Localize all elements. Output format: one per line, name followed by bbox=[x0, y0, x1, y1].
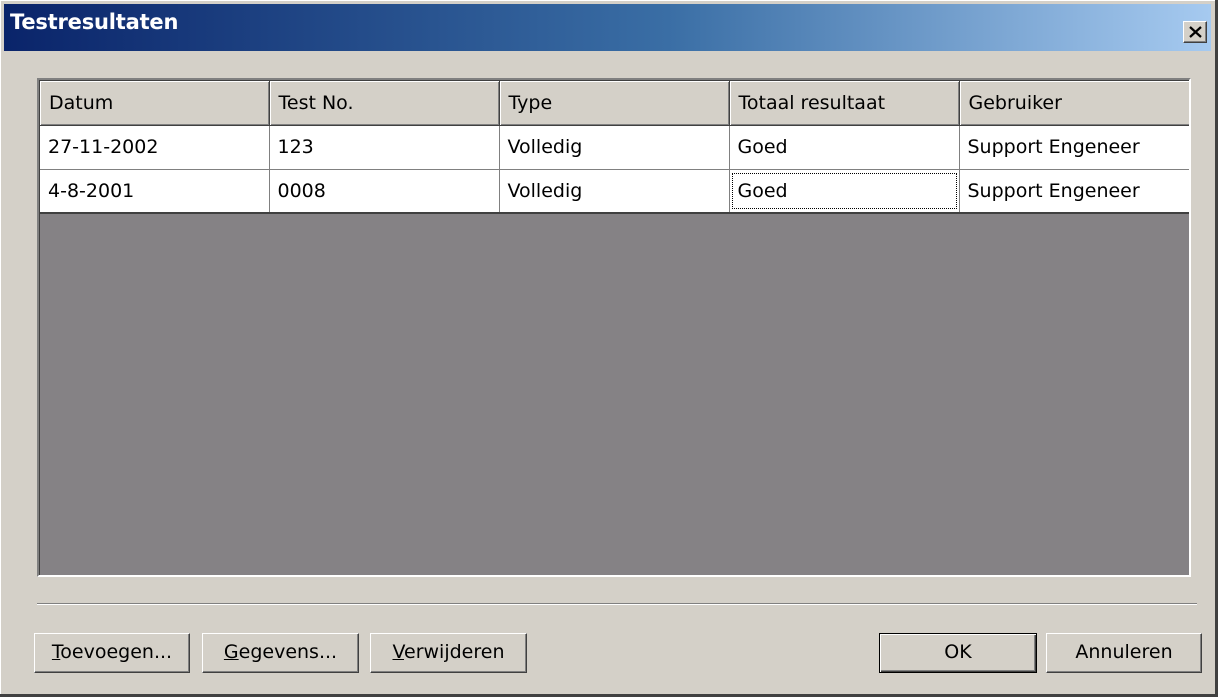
results-grid: Datum Test No. Type Totaal resultaat Geb… bbox=[37, 78, 1191, 577]
results-grid-body: Datum Test No. Type Totaal resultaat Geb… bbox=[39, 80, 1189, 575]
delete-button-accelerator: V bbox=[392, 641, 405, 663]
results-table: Datum Test No. Type Totaal resultaat Geb… bbox=[40, 81, 1189, 214]
column-header-type[interactable]: Type bbox=[499, 81, 730, 126]
cell-text: Goed bbox=[737, 179, 788, 202]
column-header-totaal-resultaat[interactable]: Totaal resultaat bbox=[729, 81, 960, 126]
ok-button[interactable]: OK bbox=[879, 633, 1037, 673]
table-row[interactable]: 27-11-2002 123 Volledig Goed Support Eng… bbox=[40, 125, 1189, 170]
table-row[interactable]: 4-8-2001 0008 Volledig Goed Support Enge… bbox=[40, 169, 1189, 214]
window-title: Testresultaten bbox=[10, 10, 179, 34]
cell-test-no[interactable]: 0008 bbox=[269, 169, 500, 214]
cell-type[interactable]: Volledig bbox=[499, 125, 730, 170]
delete-button-label: erwijderen bbox=[404, 641, 505, 663]
details-button-accelerator: G bbox=[223, 641, 239, 663]
column-header-test-no[interactable]: Test No. bbox=[269, 81, 500, 126]
separator-line bbox=[37, 603, 1197, 605]
cell-type[interactable]: Volledig bbox=[499, 169, 730, 214]
details-button-label: egevens... bbox=[238, 641, 338, 663]
cancel-button[interactable]: Annuleren bbox=[1046, 633, 1202, 673]
cell-totaal-resultaat-focused[interactable]: Goed bbox=[729, 169, 960, 214]
header-row: Datum Test No. Type Totaal resultaat Geb… bbox=[40, 81, 1189, 126]
delete-button[interactable]: Verwijderen bbox=[370, 633, 527, 673]
cell-gebruiker[interactable]: Support Engeneer bbox=[959, 169, 1189, 214]
title-bar: Testresultaten bbox=[4, 4, 1211, 51]
dialog-window: Testresultaten Datum Test No. Type Totaa… bbox=[0, 0, 1218, 697]
cell-test-no[interactable]: 123 bbox=[269, 125, 500, 170]
close-icon bbox=[1189, 26, 1202, 38]
column-header-datum[interactable]: Datum bbox=[40, 81, 270, 126]
column-header-gebruiker[interactable]: Gebruiker bbox=[959, 81, 1189, 126]
cell-datum[interactable]: 27-11-2002 bbox=[40, 125, 270, 170]
cell-datum[interactable]: 4-8-2001 bbox=[40, 169, 270, 214]
close-button[interactable] bbox=[1183, 21, 1207, 43]
add-button-label: oevoegen... bbox=[60, 641, 173, 663]
details-button[interactable]: Gegevens... bbox=[202, 633, 359, 673]
cell-gebruiker[interactable]: Support Engeneer bbox=[959, 125, 1189, 170]
cell-totaal-resultaat[interactable]: Goed bbox=[729, 125, 960, 170]
add-button[interactable]: Toevoegen... bbox=[34, 633, 190, 673]
